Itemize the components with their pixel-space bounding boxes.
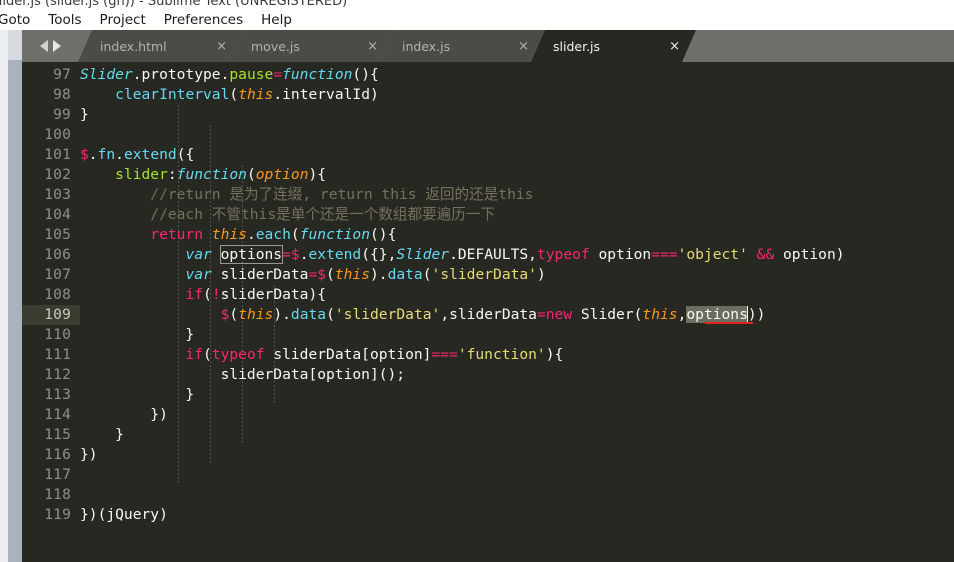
code-lines: 97 Slider.prototype.pause=function(){ 98… <box>22 65 954 525</box>
tab-move-js[interactable]: move.js × <box>229 30 394 62</box>
line-content[interactable]: } <box>80 385 954 405</box>
line-number: 104 <box>44 207 71 223</box>
code-editing-area[interactable]: 97 Slider.prototype.pause=function(){ 98… <box>22 62 954 562</box>
code-row[interactable]: 113 } <box>22 385 954 405</box>
line-number: 119 <box>44 507 71 523</box>
code-row[interactable]: 114 }) <box>22 405 954 425</box>
line-content[interactable]: var options=$.extend({},Slider.DEFAULTS,… <box>80 245 954 265</box>
line-content[interactable]: slider:function(option){ <box>80 165 954 185</box>
line-number: 103 <box>44 187 71 203</box>
code-row[interactable]: 102 slider:function(option){ <box>22 165 954 185</box>
tab-label: index.js <box>402 38 451 54</box>
tab-index-js[interactable]: index.js × <box>380 30 545 62</box>
line-number: 116 <box>44 447 71 463</box>
line-content[interactable]: $.fn.extend({ <box>80 145 954 165</box>
code-row[interactable]: 115 } <box>22 425 954 445</box>
editor-pane: index.html × move.js × index.js × slider… <box>22 30 954 562</box>
line-content[interactable]: Slider.prototype.pause=function(){ <box>80 65 954 85</box>
line-number: 106 <box>44 247 71 263</box>
code-row[interactable]: 106 var options=$.extend({},Slider.DEFAU… <box>22 245 954 265</box>
line-number: 102 <box>44 167 71 183</box>
line-content[interactable]: //each 不管this是单个还是一个数组都要遍历一下 <box>80 205 954 225</box>
menu-bar: Goto Tools Project Preferences Help <box>0 11 954 30</box>
menu-item-preferences[interactable]: Preferences <box>155 11 252 30</box>
code-row[interactable]: 107 var sliderData=$(this).data('sliderD… <box>22 265 954 285</box>
line-content[interactable]: }) <box>80 405 954 425</box>
menu-item-help[interactable]: Help <box>252 11 301 30</box>
line-content[interactable]: if(typeof sliderData[option]==='function… <box>80 345 954 365</box>
text-selection: options <box>686 306 748 323</box>
arrow-right-icon[interactable] <box>52 40 61 52</box>
code-row[interactable]: 103 //return 是为了连缀, return this 返回的还是thi… <box>22 185 954 205</box>
line-content[interactable]: var sliderData=$(this).data('sliderData'… <box>80 265 954 285</box>
code-row-current[interactable]: 109 $(this).data('sliderData',sliderData… <box>22 305 954 325</box>
tab-label: index.html <box>100 38 167 54</box>
line-content[interactable]: })(jQuery) <box>80 505 954 525</box>
code-row[interactable]: 98 clearInterval(this.intervalId) <box>22 85 954 105</box>
window-scrollbar-thumb[interactable] <box>8 60 22 562</box>
line-content[interactable]: } <box>80 325 954 345</box>
line-number: 117 <box>44 467 71 483</box>
line-content[interactable]: clearInterval(this.intervalId) <box>80 85 954 105</box>
line-content[interactable]: $(this).data('sliderData',sliderData=new… <box>80 305 954 325</box>
line-content[interactable]: sliderData[option](); <box>80 365 954 385</box>
tab-index-html[interactable]: index.html × <box>78 30 243 62</box>
code-row[interactable]: 118 <box>22 485 954 505</box>
tab-label: slider.js <box>553 38 601 54</box>
line-content[interactable]: } <box>80 425 954 445</box>
tab-bar: index.html × move.js × index.js × slider… <box>22 30 954 62</box>
code-row[interactable]: 105 return this.each(function(){ <box>22 225 954 245</box>
code-row[interactable]: 110 } <box>22 325 954 345</box>
arrow-left-icon[interactable] <box>39 40 48 52</box>
line-number: 115 <box>44 427 71 443</box>
title-bar: slider.js (slider.js (gh)) - Sublime Tex… <box>0 0 954 11</box>
window-title: slider.js (slider.js (gh)) - Sublime Tex… <box>0 0 348 9</box>
line-number: 101 <box>44 147 71 163</box>
line-number: 108 <box>44 287 71 303</box>
line-number: 107 <box>44 267 71 283</box>
code-row[interactable]: 112 sliderData[option](); <box>22 365 954 385</box>
code-row[interactable]: 101 $.fn.extend({ <box>22 145 954 165</box>
line-content[interactable]: return this.each(function(){ <box>80 225 954 245</box>
close-icon[interactable]: × <box>202 39 233 54</box>
menu-item-goto[interactable]: Goto <box>0 11 39 30</box>
code-row[interactable]: 111 if(typeof sliderData[option]==='func… <box>22 345 954 365</box>
code-row[interactable]: 104 //each 不管this是单个还是一个数组都要遍历一下 <box>22 205 954 225</box>
code-row[interactable]: 119 })(jQuery) <box>22 505 954 525</box>
code-row[interactable]: 99 } <box>22 105 954 125</box>
line-number: 109 <box>22 305 80 325</box>
menu-item-project[interactable]: Project <box>91 11 155 30</box>
line-number: 105 <box>44 227 71 243</box>
line-content[interactable]: } <box>80 105 954 125</box>
line-content[interactable]: }) <box>80 445 954 465</box>
tab-label: move.js <box>251 38 300 54</box>
line-number: 118 <box>44 487 71 503</box>
code-row[interactable]: 116 }) <box>22 445 954 465</box>
line-number: 113 <box>44 387 71 403</box>
close-icon[interactable]: × <box>353 39 384 54</box>
line-content[interactable]: if(!sliderData){ <box>80 285 954 305</box>
sublime-text-window: slider.js (slider.js (gh)) - Sublime Tex… <box>0 0 954 562</box>
error-underline <box>705 322 753 324</box>
line-number: 112 <box>44 367 71 383</box>
match-highlight: options <box>219 245 284 264</box>
code-row[interactable]: 108 if(!sliderData){ <box>22 285 954 305</box>
line-content[interactable]: //return 是为了连缀, return this 返回的还是this <box>80 185 954 205</box>
tab-nav-arrows[interactable] <box>22 30 78 62</box>
close-icon[interactable]: × <box>655 39 686 54</box>
code-row[interactable]: 97 Slider.prototype.pause=function(){ <box>22 65 954 85</box>
line-number: 98 <box>53 87 71 103</box>
line-number: 97 <box>53 67 71 83</box>
tab-slider-js[interactable]: slider.js × <box>531 30 696 62</box>
line-number: 99 <box>53 107 71 123</box>
code-row[interactable]: 117 <box>22 465 954 485</box>
line-number: 110 <box>44 327 71 343</box>
code-row[interactable]: 100 <box>22 125 954 145</box>
line-number: 114 <box>44 407 71 423</box>
close-icon[interactable]: × <box>504 39 535 54</box>
menu-item-tools[interactable]: Tools <box>39 11 90 30</box>
line-number: 100 <box>44 127 71 143</box>
line-number: 111 <box>44 347 71 363</box>
